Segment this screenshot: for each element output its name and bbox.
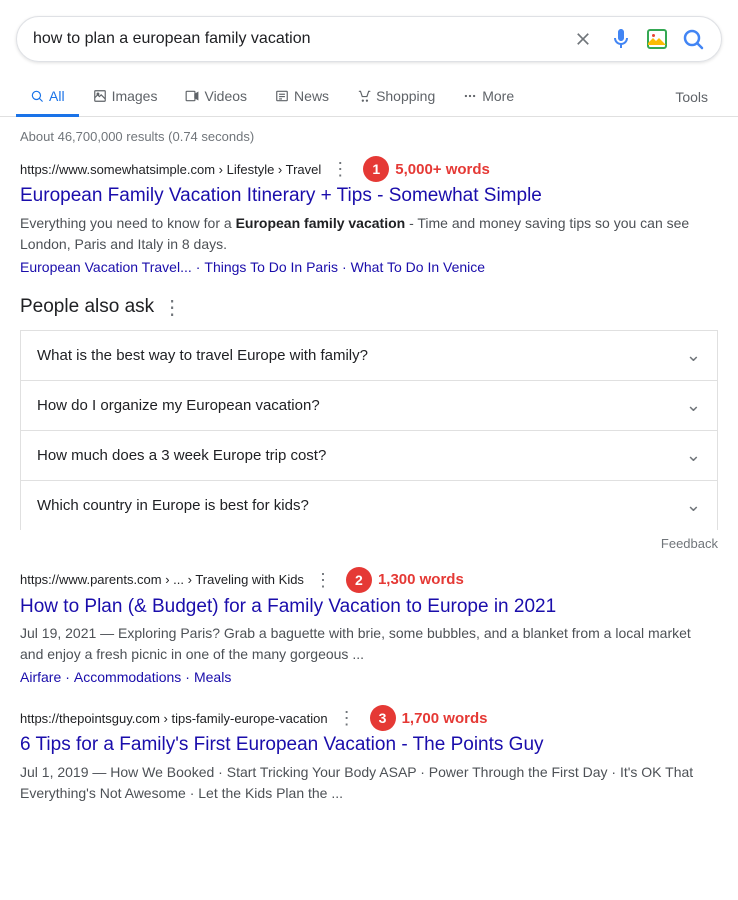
result-url-row-2: https://www.parents.com › ... › Travelin… (20, 567, 718, 593)
result-menu-dots-1[interactable]: ⋮ (331, 160, 349, 178)
tab-more[interactable]: More (449, 78, 528, 117)
paa-question-1: What is the best way to travel Europe wi… (37, 347, 368, 364)
result-link-2b[interactable]: Accommodations (74, 669, 181, 685)
tools-button[interactable]: Tools (661, 79, 722, 115)
result-link-2c[interactable]: Meals (194, 669, 231, 685)
paa-header: People also ask ⋮ (20, 295, 718, 320)
paa-chevron-4: ⌄ (686, 495, 701, 516)
result-links-1: European Vacation Travel... · Things To … (20, 259, 718, 275)
paa-section: People also ask ⋮ What is the best way t… (20, 295, 718, 557)
voice-search-button[interactable] (609, 27, 633, 51)
result-item-1: https://www.somewhatsimple.com › Lifesty… (20, 156, 718, 275)
feedback-row: Feedback (20, 530, 718, 557)
search-input[interactable] (33, 30, 573, 48)
search-icons (573, 27, 705, 51)
paa-title: People also ask (20, 296, 154, 318)
paa-chevron-3: ⌄ (686, 445, 701, 466)
search-bar-container (0, 0, 738, 62)
result-item-3: https://thepointsguy.com › tips-family-e… (20, 705, 718, 804)
paa-item-1[interactable]: What is the best way to travel Europe wi… (20, 330, 718, 380)
result-url-row-3: https://thepointsguy.com › tips-family-e… (20, 705, 718, 731)
paa-chevron-1: ⌄ (686, 345, 701, 366)
result-snippet-3: Jul 1, 2019 — How We Booked · Start Tric… (20, 762, 718, 804)
result-url-row-1: https://www.somewhatsimple.com › Lifesty… (20, 156, 718, 182)
results-count: About 46,700,000 results (0.74 seconds) (20, 129, 718, 144)
result-link-1b[interactable]: Things To Do In Paris (204, 259, 338, 275)
paa-question-2: How do I organize my European vacation? (37, 397, 320, 414)
badge-words-2: 1,300 words (378, 571, 464, 588)
nav-tabs: All Images Videos News Shopping More Too… (0, 70, 738, 117)
result-links-2: Airfare · Accommodations · Meals (20, 669, 718, 685)
search-bar (16, 16, 722, 62)
result-badge-3: 3 1,700 words (370, 705, 488, 731)
badge-words-1: 5,000+ words (395, 161, 490, 178)
tab-news[interactable]: News (261, 78, 343, 117)
feedback-button[interactable]: Feedback (661, 536, 718, 551)
paa-item-3[interactable]: How much does a 3 week Europe trip cost?… (20, 430, 718, 480)
paa-question-3: How much does a 3 week Europe trip cost? (37, 447, 326, 464)
tab-videos[interactable]: Videos (171, 78, 261, 117)
result-badge-1: 1 5,000+ words (363, 156, 490, 182)
paa-item-4[interactable]: Which country in Europe is best for kids… (20, 480, 718, 530)
result-url-3: https://thepointsguy.com › tips-family-e… (20, 711, 328, 726)
result-menu-dots-3[interactable]: ⋮ (338, 709, 356, 727)
badge-circle-3: 3 (370, 705, 396, 731)
result-link-2a[interactable]: Airfare (20, 669, 61, 685)
image-search-button[interactable] (645, 27, 669, 51)
result-url-1: https://www.somewhatsimple.com › Lifesty… (20, 162, 321, 177)
tab-shopping[interactable]: Shopping (343, 78, 449, 117)
badge-words-3: 1,700 words (402, 710, 488, 727)
result-snippet-2: Jul 19, 2021 — Exploring Paris? Grab a b… (20, 623, 718, 665)
paa-item-2[interactable]: How do I organize my European vacation? … (20, 380, 718, 430)
result-title-3[interactable]: 6 Tips for a Family's First European Vac… (20, 733, 718, 758)
result-title-1[interactable]: European Family Vacation Itinerary + Tip… (20, 184, 718, 209)
result-item-2: https://www.parents.com › ... › Travelin… (20, 567, 718, 686)
badge-circle-2: 2 (346, 567, 372, 593)
clear-button[interactable] (573, 29, 593, 49)
paa-menu-dots[interactable]: ⋮ (162, 295, 182, 320)
tab-all[interactable]: All (16, 78, 79, 117)
result-link-1c[interactable]: What To Do In Venice (351, 259, 485, 275)
result-link-1a[interactable]: European Vacation Travel... (20, 259, 192, 275)
tab-images[interactable]: Images (79, 78, 172, 117)
paa-question-4: Which country in Europe is best for kids… (37, 497, 309, 514)
badge-circle-1: 1 (363, 156, 389, 182)
result-snippet-1: Everything you need to know for a Europe… (20, 213, 718, 255)
result-menu-dots-2[interactable]: ⋮ (314, 571, 332, 589)
paa-chevron-2: ⌄ (686, 395, 701, 416)
google-search-button[interactable] (681, 27, 705, 51)
result-title-2[interactable]: How to Plan (& Budget) for a Family Vaca… (20, 595, 718, 620)
results-area: About 46,700,000 results (0.74 seconds) … (0, 117, 738, 836)
result-badge-2: 2 1,300 words (346, 567, 464, 593)
result-url-2: https://www.parents.com › ... › Travelin… (20, 572, 304, 587)
